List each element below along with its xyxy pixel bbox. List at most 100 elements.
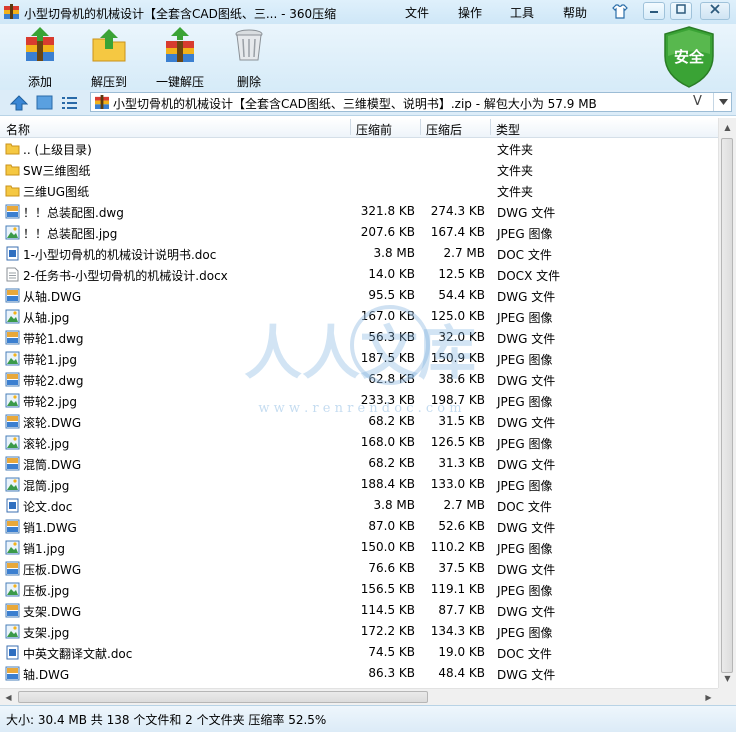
file-row[interactable]: 1-小型切骨机的机械设计说明书.doc 3.8 MB 2.7 MB DOC 文件 [0, 243, 718, 264]
file-row[interactable]: 三维UG图纸 文件夹 [0, 180, 718, 201]
file-packed-size: 126.5 KB [430, 435, 485, 449]
file-row[interactable]: 从轴.jpg 167.0 KB 125.0 KB JPEG 图像 [0, 306, 718, 327]
file-packed-size: 125.0 KB [430, 309, 485, 323]
file-row[interactable]: 论文.doc 3.8 MB 2.7 MB DOC 文件 [0, 495, 718, 516]
jpeg-image-icon [5, 351, 20, 366]
jpeg-image-icon [5, 393, 20, 408]
file-type: JPEG 图像 [497, 479, 553, 493]
dwg-file-icon [5, 414, 20, 429]
file-name: 带轮2.jpg [23, 395, 78, 409]
file-name: 压板.jpg [23, 584, 70, 598]
close-button[interactable] [700, 2, 730, 20]
history-dropdown[interactable]: V [693, 94, 702, 109]
vertical-scrollbar[interactable]: ▲ ▼ [718, 118, 736, 688]
file-type: DWG 文件 [497, 521, 556, 535]
address-dropdown-button[interactable] [713, 93, 732, 111]
file-name: 中英文翻译文献.doc [23, 647, 133, 661]
column-divider[interactable] [420, 119, 421, 135]
file-name: 论文.doc [23, 500, 73, 514]
file-row[interactable]: 销1.jpg 150.0 KB 110.2 KB JPEG 图像 [0, 537, 718, 558]
file-type: DWG 文件 [497, 290, 556, 304]
file-row[interactable]: 从轴.DWG 95.5 KB 54.4 KB DWG 文件 [0, 285, 718, 306]
menu-file[interactable]: 文件 [405, 4, 429, 21]
jpeg-image-icon [5, 435, 20, 450]
scroll-down-icon[interactable]: ▼ [719, 670, 736, 687]
file-row[interactable]: 轴.DWG 86.3 KB 48.4 KB DWG 文件 [0, 663, 718, 684]
file-row[interactable]: 带轮2.dwg 62.8 KB 38.6 KB DWG 文件 [0, 369, 718, 390]
vertical-scroll-thumb[interactable] [721, 138, 733, 673]
address-bar: 小型切骨机的机械设计【全套含CAD图纸、三维模型、说明书】.zip - 解包大小… [0, 90, 736, 116]
file-row[interactable]: ！！总装配图.jpg 207.6 KB 167.4 KB JPEG 图像 [0, 222, 718, 243]
dwg-file-icon [5, 519, 20, 534]
minimize-button[interactable] [643, 2, 665, 20]
column-name[interactable]: 名称 [6, 121, 30, 138]
file-name: 混筒.DWG [23, 458, 82, 472]
file-packed-size: 274.3 KB [430, 204, 485, 218]
file-row[interactable]: 压板.jpg 156.5 KB 119.1 KB JPEG 图像 [0, 579, 718, 600]
file-row[interactable]: 中英文翻译文献.doc 74.5 KB 19.0 KB DOC 文件 [0, 642, 718, 663]
column-divider[interactable] [350, 119, 351, 135]
file-row[interactable]: 带轮1.jpg 187.5 KB 150.9 KB JPEG 图像 [0, 348, 718, 369]
add-archive-icon [26, 27, 54, 61]
file-row[interactable]: .. (上级目录) 文件夹 [0, 138, 718, 159]
file-row[interactable]: 混筒.jpg 188.4 KB 133.0 KB JPEG 图像 [0, 474, 718, 495]
column-packed-size[interactable]: 压缩后 [426, 121, 462, 138]
file-name: ！！总装配图.dwg [23, 206, 124, 220]
file-type: DOC 文件 [497, 647, 552, 661]
file-type: DWG 文件 [497, 206, 556, 220]
file-packed-size: 133.0 KB [430, 477, 485, 491]
add-label: 添加 [27, 75, 52, 89]
security-shield-button[interactable]: 安全 [661, 26, 717, 88]
file-size: 68.2 KB [368, 414, 415, 428]
horizontal-scrollbar[interactable]: ◀ ▶ [0, 688, 718, 706]
file-type: DWG 文件 [497, 668, 556, 682]
file-size: 3.8 MB [373, 498, 415, 512]
scroll-right-icon[interactable]: ▶ [700, 689, 717, 706]
file-size: 3.8 MB [373, 246, 415, 260]
column-size[interactable]: 压缩前 [356, 121, 392, 138]
file-row[interactable]: 带轮2.jpg 233.3 KB 198.7 KB JPEG 图像 [0, 390, 718, 411]
file-size: 56.3 KB [368, 330, 415, 344]
file-row[interactable]: 压板.DWG 76.6 KB 37.5 KB DWG 文件 [0, 558, 718, 579]
file-name: 轴.DWG [23, 668, 70, 682]
scroll-left-icon[interactable]: ◀ [0, 689, 17, 706]
address-field[interactable]: 小型切骨机的机械设计【全套含CAD图纸、三维模型、说明书】.zip - 解包大小… [90, 92, 732, 112]
delete-label: 删除 [236, 75, 261, 89]
maximize-button[interactable] [670, 2, 692, 20]
file-row[interactable]: 销1.DWG 87.0 KB 52.6 KB DWG 文件 [0, 516, 718, 537]
file-name: 支架.jpg [23, 626, 70, 640]
thumbnail-view-icon[interactable] [36, 95, 53, 110]
menu-help[interactable]: 帮助 [563, 4, 587, 21]
dwg-file-icon [5, 204, 20, 219]
delete-button[interactable]: 删除 [229, 27, 269, 90]
file-row[interactable]: ！！总装配图.dwg 321.8 KB 274.3 KB DWG 文件 [0, 201, 718, 222]
file-packed-size: 2.7 MB [443, 246, 485, 260]
menu-operate[interactable]: 操作 [458, 4, 482, 21]
skin-shirt-icon[interactable] [612, 4, 628, 19]
file-packed-size: 134.3 KB [430, 624, 485, 638]
file-row[interactable]: 带轮1.dwg 56.3 KB 32.0 KB DWG 文件 [0, 327, 718, 348]
file-row[interactable]: 支架.DWG 114.5 KB 87.7 KB DWG 文件 [0, 600, 718, 621]
file-row[interactable]: 滚轮.DWG 68.2 KB 31.5 KB DWG 文件 [0, 411, 718, 432]
app-window: 小型切骨机的机械设计【全套含CAD图纸、三... - 360压缩 文件 操作 工… [0, 0, 736, 732]
file-row[interactable]: 混筒.DWG 68.2 KB 31.3 KB DWG 文件 [0, 453, 718, 474]
scroll-up-icon[interactable]: ▲ [719, 119, 736, 136]
file-row[interactable]: 2-任务书-小型切骨机的机械设计.docx 14.0 KB 12.5 KB DOCX … [0, 264, 718, 285]
column-type[interactable]: 类型 [496, 121, 520, 138]
list-view-icon[interactable] [61, 95, 78, 110]
folder-icon [5, 185, 20, 197]
one-click-extract-button[interactable]: 一键解压 [150, 27, 210, 90]
extract-to-button[interactable]: 解压到 [88, 27, 130, 90]
file-packed-size: 54.4 KB [438, 288, 485, 302]
file-row[interactable]: 支架.jpg 172.2 KB 134.3 KB JPEG 图像 [0, 621, 718, 642]
up-arrow-icon[interactable] [10, 95, 28, 111]
file-name: ！！总装配图.jpg [23, 227, 118, 241]
column-divider[interactable] [490, 119, 491, 135]
file-name: 滚轮.jpg [23, 437, 70, 451]
horizontal-scroll-thumb[interactable] [18, 691, 428, 703]
security-label: 安全 [673, 48, 704, 66]
file-row[interactable]: SW三维图纸 文件夹 [0, 159, 718, 180]
add-button[interactable]: 添加 [20, 27, 60, 90]
file-row[interactable]: 滚轮.jpg 168.0 KB 126.5 KB JPEG 图像 [0, 432, 718, 453]
menu-tools[interactable]: 工具 [510, 4, 534, 21]
